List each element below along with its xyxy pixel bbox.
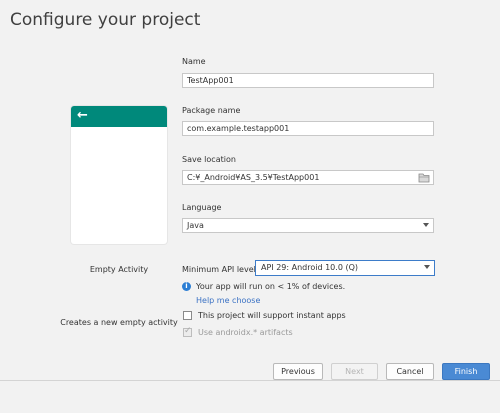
previous-button[interactable]: Previous — [273, 363, 323, 380]
instant-apps-label: This project will support instant apps — [198, 311, 346, 320]
instant-apps-checkbox[interactable] — [183, 311, 192, 320]
save-location-field[interactable]: C:¥_Android¥AS_3.5¥TestApp001 — [182, 170, 434, 185]
androidx-label: Use androidx.* artifacts — [198, 328, 293, 337]
language-value: Java — [187, 221, 204, 230]
language-label: Language — [182, 203, 222, 212]
language-select[interactable]: Java — [182, 218, 434, 233]
save-location-value: C:¥_Android¥AS_3.5¥TestApp001 — [187, 173, 320, 182]
package-name-label: Package name — [182, 106, 241, 115]
activity-preview[interactable]: ← — [71, 106, 167, 244]
min-api-label: Minimum API level — [182, 265, 256, 274]
next-button: Next — [331, 363, 378, 380]
page-title: Configure your project — [10, 10, 201, 30]
arrow-left-icon: ← — [77, 108, 88, 123]
name-label: Name — [182, 57, 206, 66]
footer-bar — [0, 380, 500, 413]
chevron-down-icon — [424, 265, 430, 269]
info-icon: i — [182, 282, 191, 291]
finish-button[interactable]: Finish — [442, 363, 490, 380]
min-api-select[interactable]: API 29: Android 10.0 (Q) — [255, 260, 435, 276]
folder-icon[interactable] — [418, 172, 430, 183]
checkmark-icon: ✓ — [184, 326, 192, 336]
activity-app-bar: ← — [71, 106, 167, 127]
device-coverage-text: Your app will run on < 1% of devices. — [196, 282, 346, 291]
activity-description: Creates a new empty activity — [60, 318, 178, 327]
package-name-field[interactable]: com.example.testapp001 — [182, 121, 434, 136]
name-field[interactable]: TestApp001 — [182, 73, 434, 88]
activity-name: Empty Activity — [89, 265, 149, 274]
androidx-checkbox: ✓ — [183, 326, 192, 337]
min-api-value: API 29: Android 10.0 (Q) — [261, 263, 358, 272]
cancel-button[interactable]: Cancel — [386, 363, 434, 380]
chevron-down-icon — [423, 223, 429, 227]
save-location-label: Save location — [182, 155, 236, 164]
help-me-choose-link[interactable]: Help me choose — [196, 296, 260, 305]
